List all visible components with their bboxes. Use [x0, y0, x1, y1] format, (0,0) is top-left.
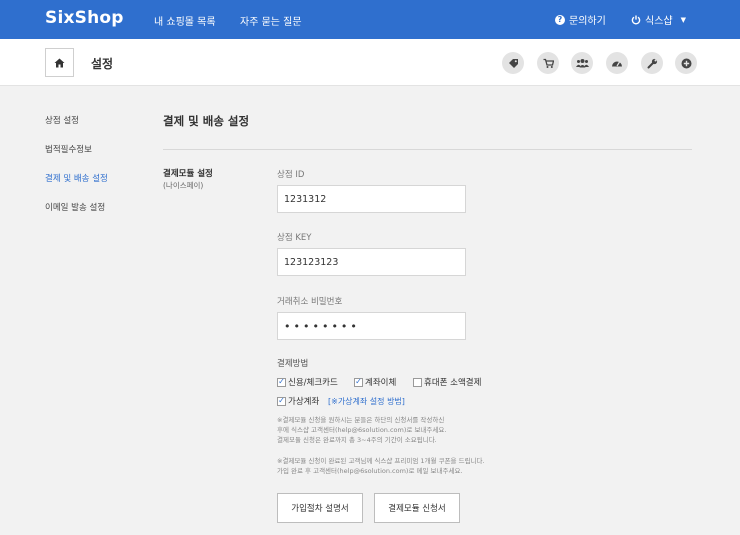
add-button[interactable]: [675, 52, 697, 74]
notice-line: ※결제모듈 신청이 완료된 고객님께 식스샵 프리미엄 1개월 쿠폰을 드립니다…: [277, 457, 485, 465]
notice-line: ※결제모듈 신청을 원하시는 분들은 하단의 신청서를 작성하신: [277, 416, 445, 424]
cart-icon: [543, 58, 554, 68]
divider: [163, 149, 692, 150]
module-application-button[interactable]: 결제모듈 신청서: [374, 493, 460, 523]
plus-circle-icon: [681, 58, 691, 68]
checkbox-transfer[interactable]: ✓ 계좌이체: [354, 376, 396, 388]
store-id-input[interactable]: 1231312: [277, 185, 466, 213]
tag-icon: [508, 58, 518, 68]
cart-button[interactable]: [537, 52, 559, 74]
cancel-password-input[interactable]: ••••••••: [277, 312, 466, 340]
wrench-icon: [647, 58, 657, 68]
notice-line: 가입 완료 후 고객센터(help@6solution.com)로 메일 보내주…: [277, 467, 463, 475]
store-id-label: 상점 ID: [277, 170, 305, 180]
top-navbar: SixShop 내 쇼핑몰 목록 자주 묻는 질문 ? 문의하기 식스샵 ▼: [0, 0, 740, 39]
store-key-label: 상점 KEY: [277, 233, 312, 243]
checkbox-transfer-label: 계좌이체: [365, 378, 397, 388]
virtual-account-guide-link[interactable]: [※가상계좌 설정 방법]: [328, 396, 405, 407]
checkbox-unchecked-icon: [413, 377, 422, 387]
checkbox-virtual-account[interactable]: ✓ 가상계좌: [277, 395, 319, 407]
users-icon: [575, 59, 589, 68]
payment-method-label: 결제방법: [277, 359, 309, 369]
cancel-password-label: 거래취소 비밀번호: [277, 297, 343, 307]
home-button[interactable]: [45, 48, 74, 77]
sidebar-item-store-settings[interactable]: 상점 설정: [45, 114, 79, 126]
sidebar-item-payment-shipping[interactable]: 결제 및 배송 설정: [45, 172, 108, 184]
sub-header: 설정: [0, 39, 740, 86]
signup-guide-button[interactable]: 가입절차 설명서: [277, 493, 363, 523]
help-link[interactable]: ? 문의하기: [555, 12, 606, 27]
question-icon: ?: [555, 14, 565, 25]
checkbox-checked-icon: ✓: [354, 377, 363, 387]
power-icon: [631, 15, 641, 24]
sidebar-item-legal-info[interactable]: 법적필수정보: [45, 143, 92, 155]
checkbox-mobile[interactable]: 휴대폰 소액결제: [413, 376, 481, 388]
checkbox-virtual-label: 가상계좌: [288, 397, 320, 407]
notice-line: 결제모듈 신청은 완료까지 총 3~4주의 기간이 소요됩니다.: [277, 436, 437, 444]
checkbox-card-label: 신용/체크카드: [288, 378, 338, 388]
user-label: 식스샵: [645, 16, 673, 27]
group-subtitle: (나이스페이): [163, 181, 204, 190]
checkbox-card[interactable]: ✓ 신용/체크카드: [277, 376, 338, 388]
nav-faq[interactable]: 자주 묻는 질문: [240, 13, 302, 28]
section-title: 결제 및 배송 설정: [163, 114, 250, 128]
chevron-down-icon: ▼: [680, 15, 686, 24]
user-menu[interactable]: 식스샵 ▼: [631, 12, 686, 27]
checkbox-checked-icon: ✓: [277, 396, 286, 406]
logo[interactable]: SixShop: [45, 8, 124, 28]
page-title: 설정: [91, 57, 114, 71]
home-icon: [54, 58, 65, 67]
dashboard-icon: [612, 61, 622, 67]
sidebar-item-email-settings[interactable]: 이메일 발송 설정: [45, 201, 105, 213]
notice-line: 후에 식스샵 고객센터(help@6solution.com)로 보내주세요.: [277, 426, 447, 434]
users-button[interactable]: [571, 52, 593, 74]
checkbox-mobile-label: 휴대폰 소액결제: [424, 378, 482, 388]
help-label: 문의하기: [569, 16, 606, 27]
store-key-input[interactable]: 123123123: [277, 248, 466, 276]
tag-button[interactable]: [502, 52, 524, 74]
checkbox-checked-icon: ✓: [277, 377, 286, 387]
tools-button[interactable]: [641, 52, 663, 74]
dashboard-button[interactable]: [606, 52, 628, 74]
group-title: 결제모듈 설정: [163, 169, 213, 179]
nav-my-shops[interactable]: 내 쇼핑몰 목록: [154, 13, 216, 28]
